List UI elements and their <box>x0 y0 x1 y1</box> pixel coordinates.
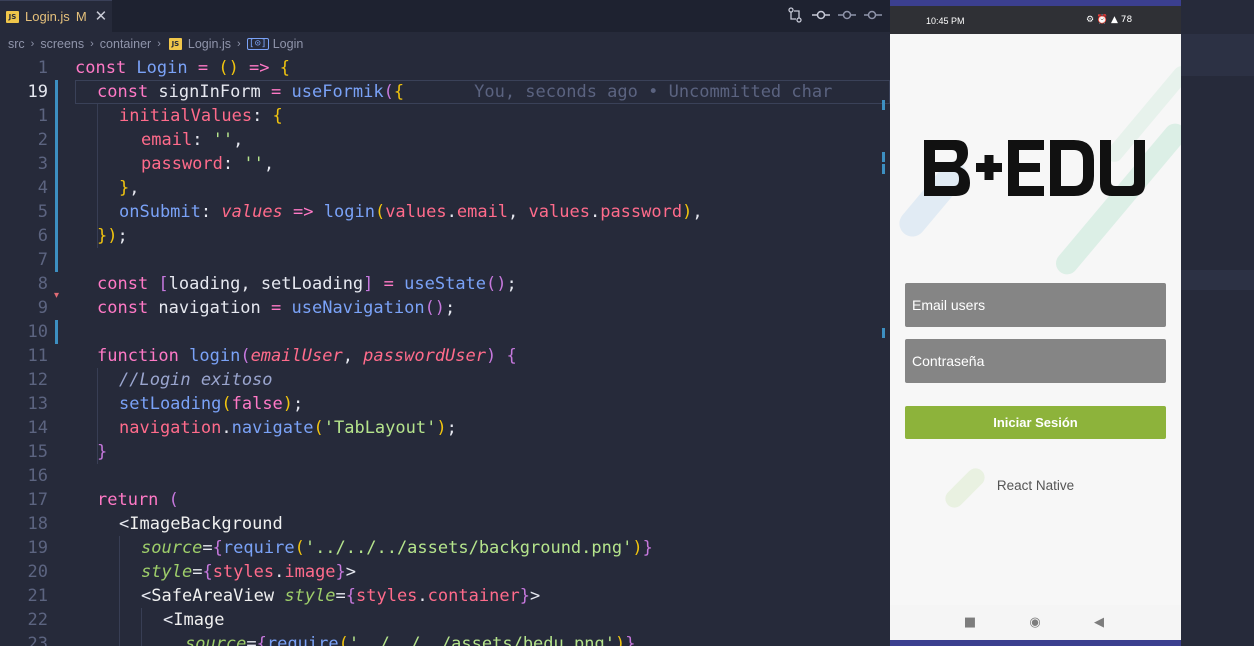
tab-login-js[interactable]: JS Login.js M ✕ <box>0 0 112 32</box>
code-line: source={require('../../../assets/bedu.pn… <box>185 634 636 646</box>
code-line: <SafeAreaView style={styles.container}> <box>141 586 541 606</box>
code-line: email: '', <box>141 130 244 150</box>
symbol-icon: [⊙] <box>246 38 269 50</box>
line-number: 1 <box>37 106 48 126</box>
code-line: navigation.navigate('TabLayout'); <box>119 418 457 438</box>
triangle-back-icon[interactable]: ◀ <box>1091 615 1107 631</box>
code-line: return ( <box>97 490 179 510</box>
line-number: 5 <box>37 202 48 222</box>
line-number: 7 <box>37 250 48 270</box>
android-nav-bar: ■ ◉ ◀ <box>890 605 1181 640</box>
code-line: const [loading, setLoading] = useState()… <box>97 274 517 294</box>
line-number: 21 <box>27 586 48 606</box>
code-line: } <box>97 442 108 462</box>
git-modified-indicator <box>55 80 58 272</box>
git-blame-annotation: You, seconds ago • Uncommitted char <box>474 82 833 102</box>
code-line: }); <box>97 226 128 246</box>
scrollbar-marker <box>882 164 885 174</box>
line-number: 19 <box>27 82 48 102</box>
panel-block <box>1181 270 1254 290</box>
code-line: setLoading(false); <box>119 394 304 414</box>
bedu-logo <box>922 138 1148 203</box>
tab-modified-badge: M <box>75 9 87 24</box>
email-field[interactable]: Email users <box>905 283 1166 327</box>
line-number: 22 <box>27 610 48 630</box>
tab-bar: JS Login.js M ✕ <box>0 0 890 32</box>
emulator-frame-bottom <box>890 640 1181 646</box>
code-line: const navigation = useNavigation(); <box>97 298 456 318</box>
line-number: 23 <box>27 634 48 646</box>
chevron-right-icon: › <box>30 38 35 50</box>
login-screen: Email users Contraseña Iniciar Sesión Re… <box>890 34 1181 605</box>
phone-emulator: 10:45 PM ⚙ ⏰ ▲ 78 Email users Contraseña… <box>890 0 1181 646</box>
scrollbar-marker <box>882 100 885 110</box>
code-editor: JS Login.js M ✕ src › screens › containe… <box>0 0 890 646</box>
line-number: 3 <box>37 154 48 174</box>
line-number: 1 <box>37 58 48 78</box>
line-number: 15 <box>27 442 48 462</box>
line-number: 20 <box>27 562 48 582</box>
chevron-right-icon: › <box>90 38 94 50</box>
breadcrumb-src[interactable]: src <box>8 37 25 51</box>
go-back-icon[interactable] <box>838 7 856 25</box>
login-button[interactable]: Iniciar Sesión <box>905 406 1166 439</box>
breadcrumb-container[interactable]: container <box>100 37 151 51</box>
go-forward-icon[interactable] <box>864 7 882 25</box>
code-line: password: '', <box>141 154 275 174</box>
breadcrumb-screens[interactable]: screens <box>40 37 84 51</box>
line-number: 9 <box>37 298 48 318</box>
chevron-right-icon: › <box>237 38 241 50</box>
code-line: const signInForm = useFormik({You, secon… <box>97 82 833 102</box>
footer-text: React Native <box>996 478 1075 493</box>
breadcrumb-file[interactable]: Login.js <box>188 37 231 51</box>
code-line: function login(emailUser, passwordUser) … <box>97 346 517 366</box>
android-status-bar: 10:45 PM ⚙ ⏰ ▲ 78 <box>890 6 1181 34</box>
code-area[interactable]: const Login = () => { const signInForm =… <box>75 56 890 646</box>
line-number: 12 <box>27 370 48 390</box>
code-line: style={styles.image}> <box>141 562 357 582</box>
line-number: 13 <box>27 394 48 414</box>
line-number: 10 <box>27 322 48 342</box>
code-line: initialValues: { <box>119 106 283 126</box>
line-number: 8 <box>37 274 48 294</box>
git-commit-icon[interactable] <box>812 7 830 25</box>
breadcrumb: src › screens › container › JS Login.js … <box>0 32 890 56</box>
line-number: 14 <box>27 418 48 438</box>
scrollbar-marker <box>882 328 885 338</box>
status-time: 10:45 PM <box>926 16 965 26</box>
code-line: const Login = () => { <box>75 58 291 78</box>
line-number: 2 <box>37 130 48 150</box>
close-icon[interactable]: ✕ <box>95 9 108 24</box>
password-field[interactable]: Contraseña <box>905 339 1166 383</box>
line-number: 16 <box>27 466 48 486</box>
code-line: //Login exitoso <box>119 370 273 390</box>
line-number: 18 <box>27 514 48 534</box>
line-number: 6 <box>37 226 48 246</box>
git-deleted-indicator: ▾ <box>54 290 60 301</box>
status-icons: ⚙ ⏰ ▲ 78 <box>1086 15 1133 25</box>
code-line: onSubmit: values => login(values.email, … <box>119 202 703 222</box>
chevron-right-icon: › <box>157 38 161 50</box>
git-compare-icon[interactable] <box>786 7 804 25</box>
scrollbar-marker <box>882 152 885 162</box>
git-modified-indicator <box>55 320 58 344</box>
square-icon[interactable]: ■ <box>962 615 978 631</box>
side-panel <box>1181 0 1254 646</box>
breadcrumb-symbol[interactable]: Login <box>273 37 304 51</box>
code-line: source={require('../../../assets/backgro… <box>141 538 653 558</box>
circle-icon[interactable]: ◉ <box>1027 615 1043 631</box>
line-number: 17 <box>27 490 48 510</box>
line-number: 19 <box>27 538 48 558</box>
panel-block <box>1181 34 1254 76</box>
js-file-icon: JS <box>168 38 182 50</box>
code-line: <ImageBackground <box>119 514 283 534</box>
line-number: 11 <box>27 346 48 366</box>
tab-filename: Login.js <box>25 9 70 24</box>
code-line: }, <box>119 178 140 198</box>
line-number: 4 <box>37 178 48 198</box>
js-file-icon: JS <box>6 10 19 23</box>
code-line: <Image <box>163 610 225 630</box>
